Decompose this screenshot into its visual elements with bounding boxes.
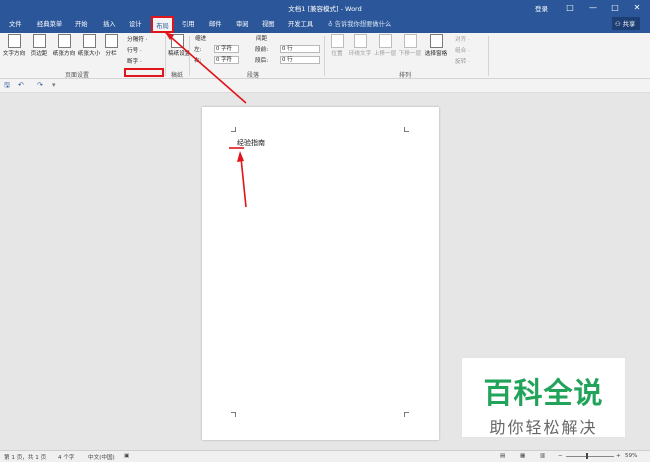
zoom-slider-thumb[interactable] <box>586 453 588 459</box>
read-mode-icon[interactable]: ▤ <box>500 453 505 459</box>
watermark-logo: 百科全说 助你轻松解决 <box>461 357 626 438</box>
watermark-subtitle: 助你轻松解决 <box>489 418 598 437</box>
page-count[interactable]: 第 1 页，共 1 页 <box>4 453 46 461</box>
web-layout-icon[interactable]: ▥ <box>540 453 545 459</box>
status-bar: 第 1 页，共 1 页 4 个字 中文(中国) ▣ ▤ ▦ ▥ − + 59% <box>0 450 650 462</box>
arrow-to-cursor <box>240 157 247 208</box>
watermark-title: 百科全说 <box>483 376 604 410</box>
language-status[interactable]: 中文(中国) <box>88 453 115 461</box>
word-count[interactable]: 4 个字 <box>58 453 75 461</box>
arrow-head <box>237 151 244 162</box>
zoom-level[interactable]: 59% <box>625 453 637 459</box>
zoom-out-icon[interactable]: − <box>558 453 563 459</box>
macro-record-icon[interactable]: ▣ <box>124 453 129 459</box>
zoom-slider-track[interactable] <box>566 456 614 457</box>
zoom-in-icon[interactable]: + <box>616 453 621 459</box>
arrow-to-layout-tab <box>164 31 247 104</box>
print-layout-icon[interactable]: ▦ <box>520 453 525 459</box>
